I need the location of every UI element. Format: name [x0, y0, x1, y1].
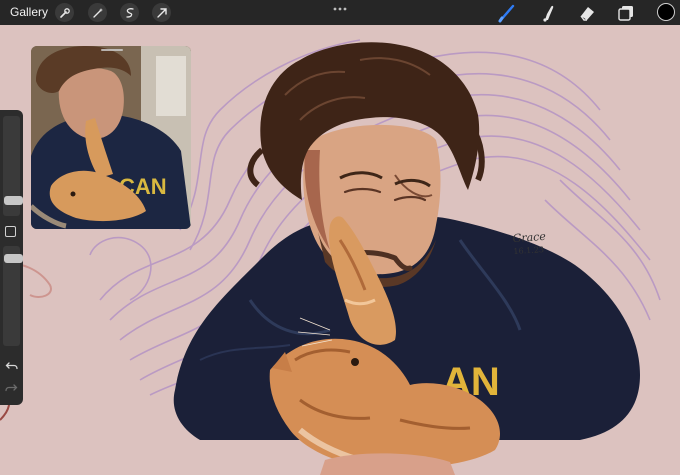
reference-window[interactable]: CAN — [31, 46, 191, 229]
smudge-icon[interactable] — [537, 3, 557, 23]
opacity-slider[interactable] — [3, 246, 23, 346]
brush-size-thumb[interactable] — [4, 196, 23, 205]
signature-name: Grace — [512, 229, 547, 246]
left-sidebar — [0, 110, 23, 405]
selection-button[interactable] — [120, 3, 139, 22]
reference-photo: CAN — [31, 46, 191, 229]
layers-icon[interactable] — [616, 3, 636, 23]
eraser-icon[interactable] — [577, 3, 597, 23]
more-options-icon[interactable] — [333, 6, 347, 12]
wrench-icon — [59, 7, 70, 18]
magic-wand-icon — [92, 7, 103, 18]
undo-arrow-icon[interactable] — [5, 361, 18, 371]
artist-signature: Grace 16.1.23 — [512, 229, 547, 257]
transform-button[interactable] — [152, 3, 171, 22]
adjustments-button[interactable] — [88, 3, 107, 22]
modify-button[interactable] — [5, 226, 16, 237]
brush-size-slider[interactable] — [3, 116, 23, 216]
color-picker-button[interactable] — [657, 3, 675, 21]
top-toolbar: Gallery — [0, 0, 680, 25]
opacity-thumb[interactable] — [4, 254, 23, 263]
signature-date: 16.1.23 — [513, 245, 545, 257]
brush-icon[interactable] — [497, 3, 517, 23]
actions-wrench-button[interactable] — [55, 3, 74, 22]
redo-arrow-icon[interactable] — [5, 383, 18, 393]
reference-drag-handle[interactable] — [101, 49, 123, 51]
gallery-button[interactable]: Gallery — [10, 5, 48, 19]
selection-icon — [125, 7, 134, 18]
transform-arrow-icon — [156, 7, 167, 18]
